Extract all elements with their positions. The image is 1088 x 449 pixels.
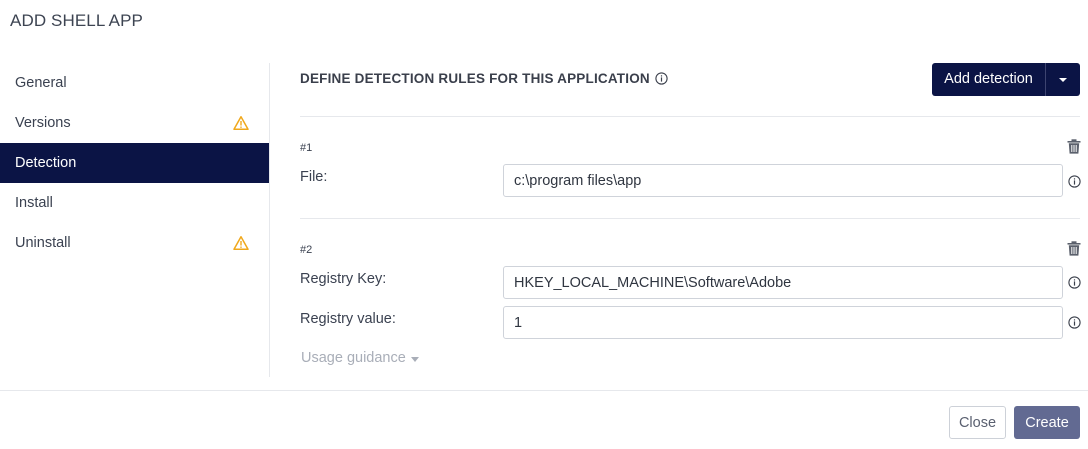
sidebar-item-general[interactable]: General: [0, 63, 269, 103]
section-heading-text: DEFINE DETECTION RULES FOR THIS APPLICAT…: [300, 71, 650, 86]
registry-key-label: Registry Key:: [300, 271, 387, 287]
add-detection-button[interactable]: Add detection: [932, 63, 1046, 96]
footer-divider: [0, 390, 1088, 391]
divider: [300, 218, 1080, 219]
sidebar-item-uninstall[interactable]: Uninstall: [0, 223, 269, 263]
registry-value-label: Registry value:: [300, 311, 396, 327]
add-detection-dropdown-toggle[interactable]: [1046, 63, 1080, 96]
info-icon[interactable]: [1068, 175, 1081, 188]
sidebar-item-label: Uninstall: [15, 235, 71, 251]
rule-number: #1: [300, 142, 313, 154]
sidebar-item-label: Detection: [15, 155, 77, 171]
sidebar-nav: General Versions Detection Install Unins…: [0, 63, 269, 263]
sidebar-item-versions[interactable]: Versions: [0, 103, 269, 143]
warning-icon: [233, 236, 249, 250]
sidebar-item-label: Install: [15, 195, 53, 211]
divider: [300, 116, 1080, 117]
sidebar-item-label: Versions: [15, 115, 71, 131]
registry-value-input[interactable]: [503, 306, 1063, 339]
close-button[interactable]: Close: [949, 406, 1006, 439]
file-label: File:: [300, 169, 328, 185]
info-icon[interactable]: [1068, 316, 1081, 329]
warning-icon: [233, 116, 249, 130]
add-detection-split-button: Add detection: [932, 63, 1080, 96]
section-heading: DEFINE DETECTION RULES FOR THIS APPLICAT…: [300, 71, 668, 86]
sidebar-item-label: General: [15, 75, 67, 91]
registry-key-input[interactable]: [503, 266, 1063, 299]
info-icon[interactable]: [655, 72, 668, 85]
sidebar-item-install[interactable]: Install: [0, 183, 269, 223]
usage-guidance-toggle[interactable]: Usage guidance: [301, 350, 419, 366]
dialog-title: ADD SHELL APP: [10, 11, 143, 30]
info-icon[interactable]: [1068, 276, 1081, 289]
file-path-input[interactable]: [503, 164, 1063, 197]
caret-down-icon: [410, 356, 419, 362]
rule-number: #2: [300, 244, 313, 256]
sidebar-item-detection[interactable]: Detection: [0, 143, 269, 183]
usage-guidance-label: Usage guidance: [301, 350, 406, 366]
trash-icon[interactable]: [1067, 139, 1081, 154]
trash-icon[interactable]: [1067, 241, 1081, 256]
caret-down-icon: [1059, 77, 1067, 82]
sidebar-divider: [269, 63, 270, 377]
create-button[interactable]: Create: [1014, 406, 1080, 439]
